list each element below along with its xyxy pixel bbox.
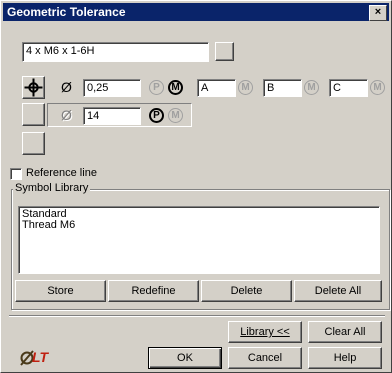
library-toggle-button[interactable]: Library <<: [228, 321, 302, 343]
autocad-lt-logo: LT: [19, 348, 53, 368]
designation-picker-button[interactable]: [215, 42, 234, 61]
symbol-library-list[interactable]: Standard Thread M6: [18, 206, 380, 274]
position-symbol-icon: [24, 78, 43, 97]
dialog-title: Geometric Tolerance: [7, 5, 126, 19]
datum-a-input[interactable]: A: [197, 79, 236, 97]
logo-text: LT: [32, 349, 49, 365]
close-button[interactable]: ×: [369, 5, 387, 21]
cancel-button[interactable]: Cancel: [228, 347, 302, 369]
redefine-button[interactable]: Redefine: [108, 280, 199, 302]
reference-line-checkbox[interactable]: [10, 168, 22, 180]
ok-button[interactable]: OK: [148, 347, 222, 369]
delete-button[interactable]: Delete: [201, 280, 292, 302]
reference-line-label: Reference line: [26, 167, 97, 179]
diameter-symbol-1[interactable]: Ø: [61, 79, 72, 95]
datum-b-m-toggle[interactable]: M: [304, 80, 319, 95]
material-m-toggle-1[interactable]: M: [168, 80, 183, 95]
library-toggle-label: Library <<: [240, 326, 290, 338]
help-button[interactable]: Help: [308, 347, 382, 369]
tolerance-value-input[interactable]: 0,25: [83, 79, 141, 97]
datum-c-input[interactable]: C: [329, 79, 368, 97]
designation-input[interactable]: 4 x M6 x 1-6H: [22, 42, 209, 62]
position-symbol-button[interactable]: [22, 76, 45, 99]
title-bar[interactable]: Geometric Tolerance ×: [3, 3, 389, 21]
datum-b-input[interactable]: B: [263, 79, 302, 97]
delete-all-button[interactable]: Delete All: [294, 280, 382, 302]
symbol-library-label: Symbol Library: [13, 182, 91, 194]
library-item-standard[interactable]: Standard: [22, 209, 376, 220]
second-symbol-button[interactable]: [22, 103, 45, 126]
datum-a-m-toggle[interactable]: M: [238, 80, 253, 95]
row2-frame: [47, 103, 192, 127]
geometric-tolerance-dialog: Geometric Tolerance × 4 x M6 x 1-6H Ø 0,…: [0, 0, 392, 373]
datum-c-m-toggle[interactable]: M: [370, 80, 385, 95]
third-symbol-button[interactable]: [22, 132, 45, 155]
footer-separator: [9, 315, 385, 317]
clear-all-button[interactable]: Clear All: [308, 321, 382, 343]
store-button[interactable]: Store: [15, 280, 106, 302]
projected-p-toggle-1[interactable]: P: [149, 80, 164, 95]
library-item-thread-m6[interactable]: Thread M6: [22, 220, 376, 231]
